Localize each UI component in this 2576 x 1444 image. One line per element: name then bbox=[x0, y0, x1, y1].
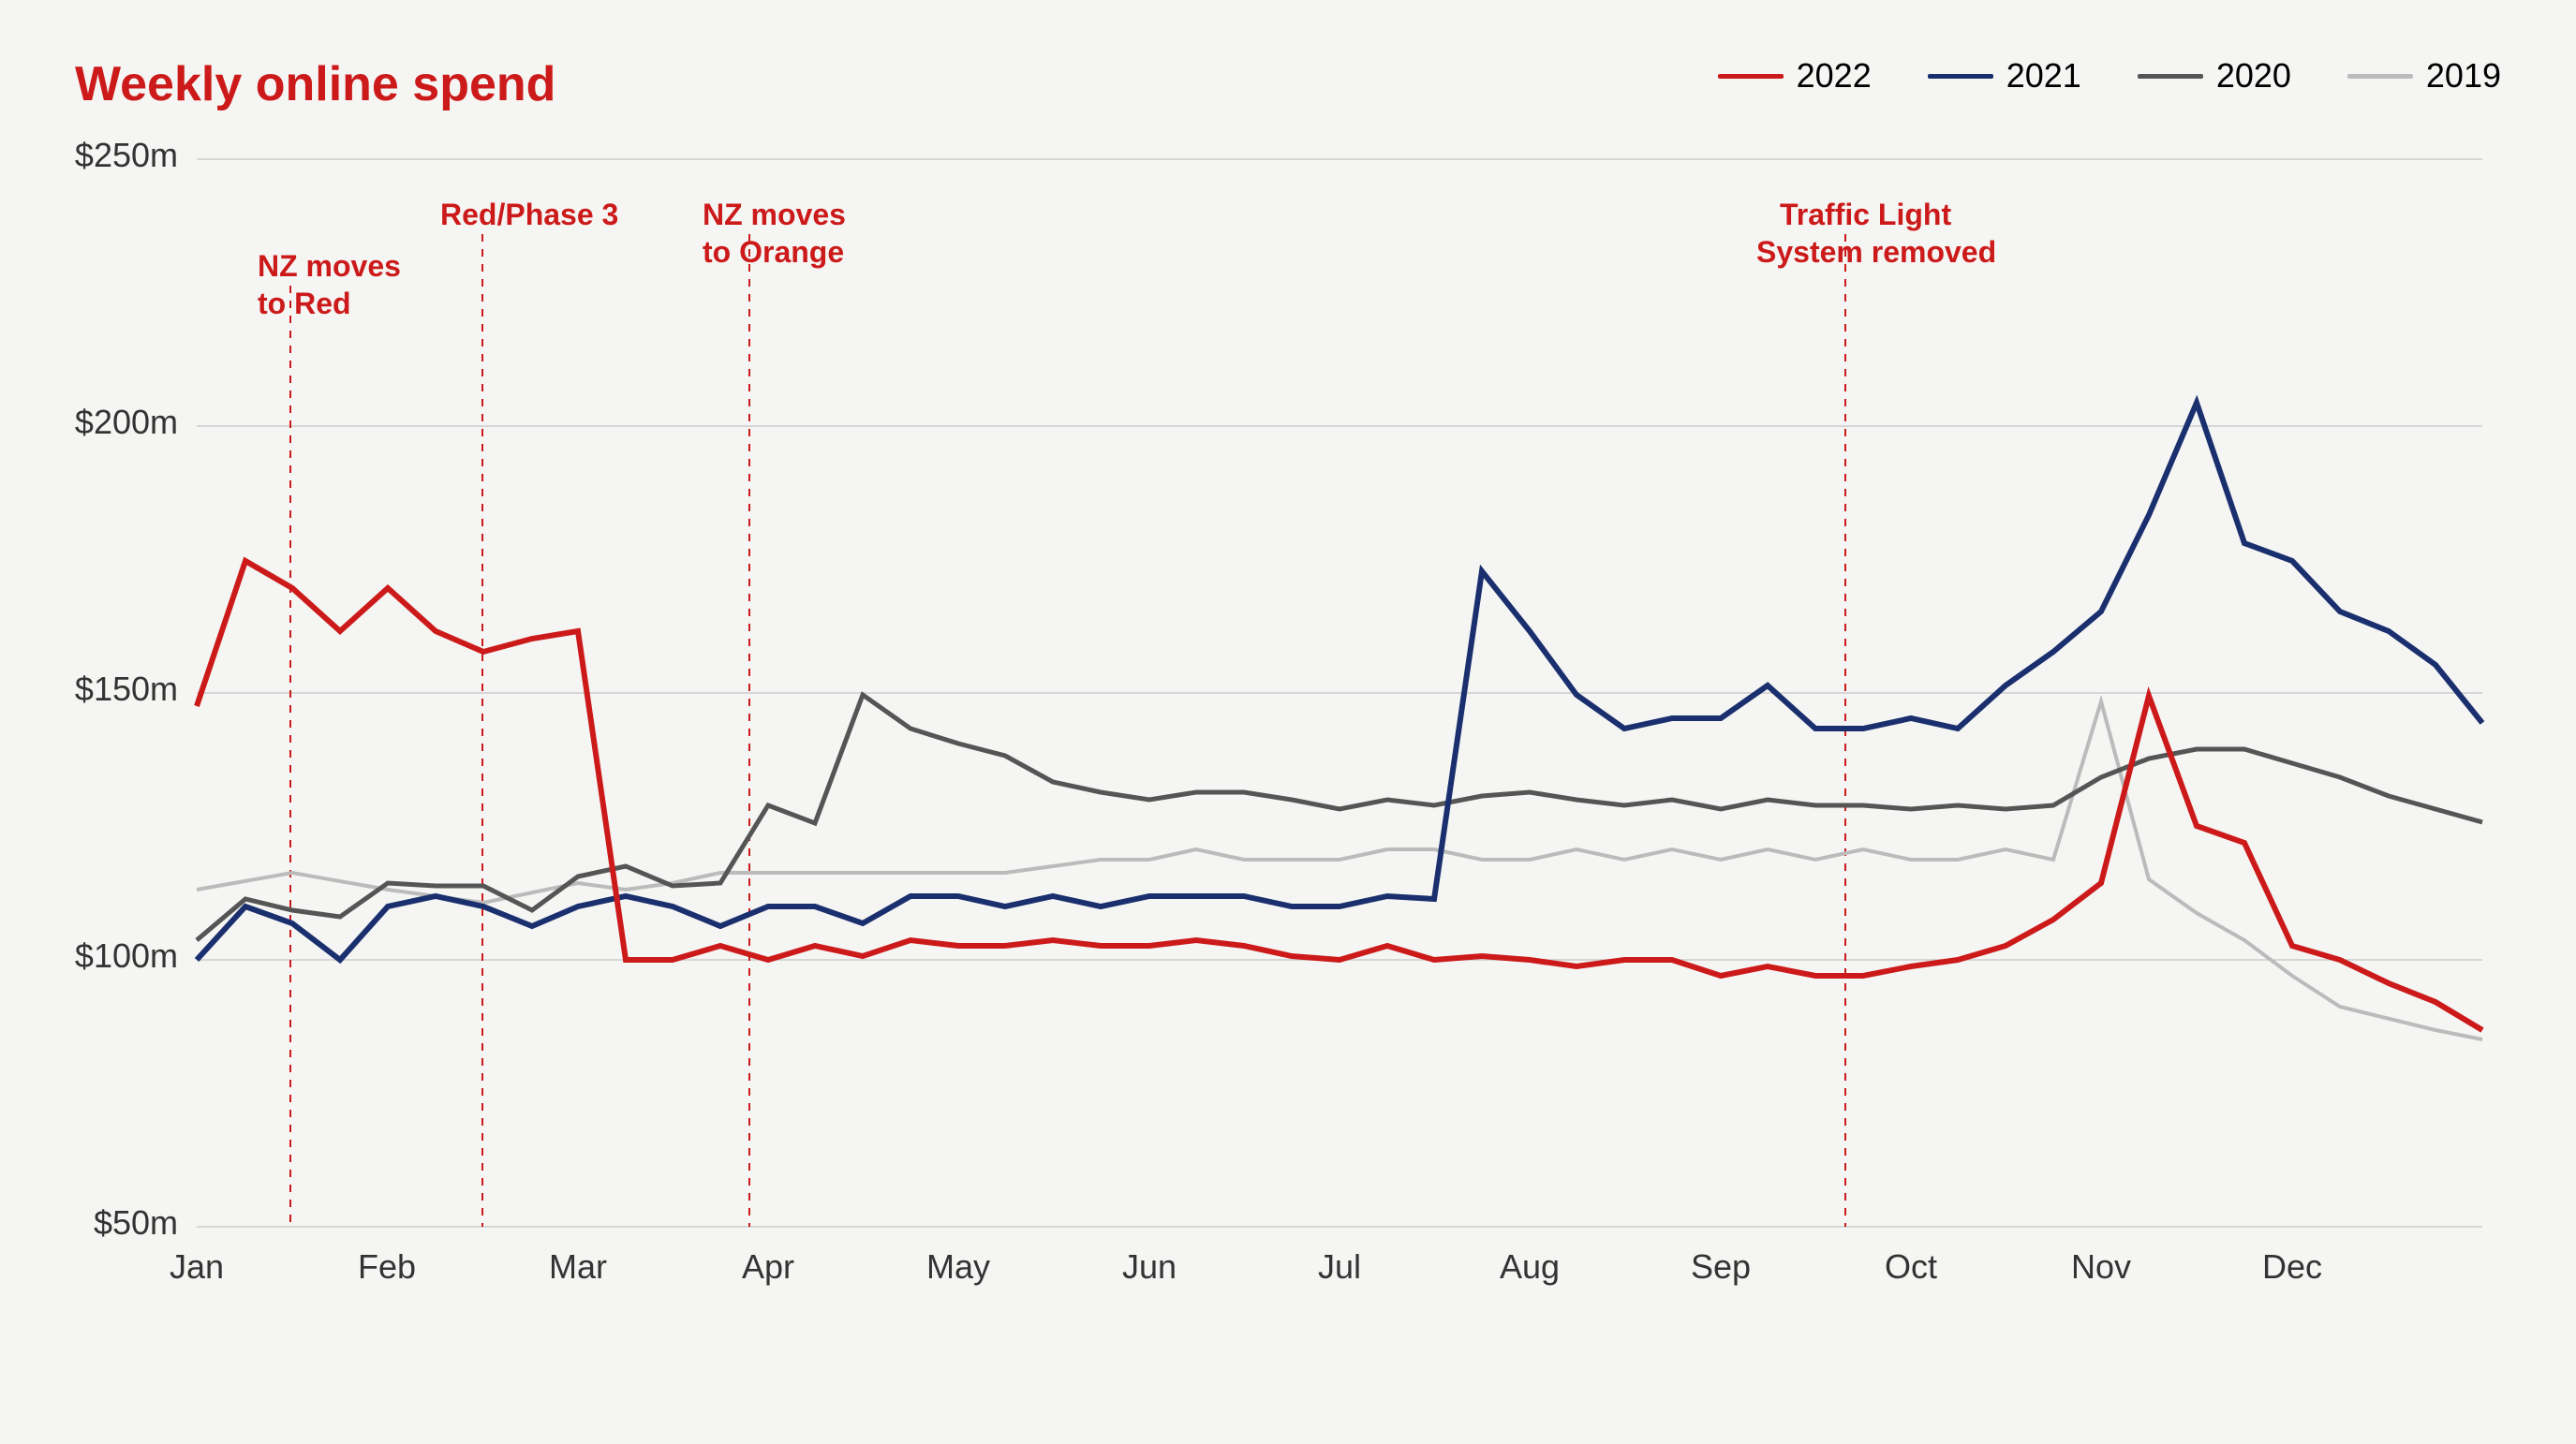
legend-item-2022: 2022 bbox=[1718, 56, 1872, 96]
legend-label-2020: 2020 bbox=[2216, 56, 2291, 96]
svg-text:NZ moves: NZ moves bbox=[258, 249, 401, 283]
svg-text:Mar: Mar bbox=[549, 1247, 607, 1286]
svg-text:Red/Phase 3: Red/Phase 3 bbox=[440, 198, 618, 231]
legend-item-2021: 2021 bbox=[1928, 56, 2081, 96]
legend-line-2020 bbox=[2138, 74, 2203, 79]
svg-text:$150m: $150m bbox=[75, 670, 178, 708]
svg-text:$250m: $250m bbox=[75, 140, 178, 174]
legend-label-2022: 2022 bbox=[1797, 56, 1872, 96]
line-2021 bbox=[197, 403, 2482, 960]
svg-text:Jun: Jun bbox=[1122, 1247, 1177, 1286]
legend-label-2019: 2019 bbox=[2426, 56, 2501, 96]
legend-item-2019: 2019 bbox=[2347, 56, 2501, 96]
svg-text:$200m: $200m bbox=[75, 403, 178, 441]
line-2019 bbox=[197, 701, 2482, 1039]
svg-text:Sep: Sep bbox=[1691, 1247, 1751, 1286]
svg-text:System removed: System removed bbox=[1756, 235, 1996, 269]
svg-text:Jul: Jul bbox=[1318, 1247, 1361, 1286]
svg-text:Jan: Jan bbox=[170, 1247, 224, 1286]
svg-text:to Orange: to Orange bbox=[703, 235, 844, 269]
svg-text:Aug: Aug bbox=[1500, 1247, 1560, 1286]
chart-container: Weekly online spend 2022 2021 2020 2019 bbox=[0, 0, 2576, 1444]
svg-text:May: May bbox=[926, 1247, 990, 1286]
svg-text:$100m: $100m bbox=[75, 936, 178, 975]
legend-item-2020: 2020 bbox=[2138, 56, 2291, 96]
chart-area: $250m $200m $150m $100m $50m Jan Feb Mar… bbox=[75, 140, 2501, 1339]
svg-text:Nov: Nov bbox=[2071, 1247, 2131, 1286]
legend-line-2022 bbox=[1718, 74, 1784, 79]
svg-text:Oct: Oct bbox=[1885, 1247, 1937, 1286]
svg-text:Apr: Apr bbox=[742, 1247, 794, 1286]
svg-text:$50m: $50m bbox=[94, 1203, 178, 1242]
legend-line-2019 bbox=[2347, 74, 2413, 79]
chart-svg: $250m $200m $150m $100m $50m Jan Feb Mar… bbox=[75, 140, 2501, 1339]
legend-label-2021: 2021 bbox=[2006, 56, 2081, 96]
svg-text:Dec: Dec bbox=[2262, 1247, 2322, 1286]
legend: 2022 2021 2020 2019 bbox=[1718, 56, 2501, 96]
svg-text:to Red: to Red bbox=[258, 287, 351, 320]
svg-text:Feb: Feb bbox=[358, 1247, 416, 1286]
svg-text:Traffic Light: Traffic Light bbox=[1780, 198, 1951, 231]
svg-text:NZ moves: NZ moves bbox=[703, 198, 846, 231]
legend-line-2021 bbox=[1928, 74, 1993, 79]
